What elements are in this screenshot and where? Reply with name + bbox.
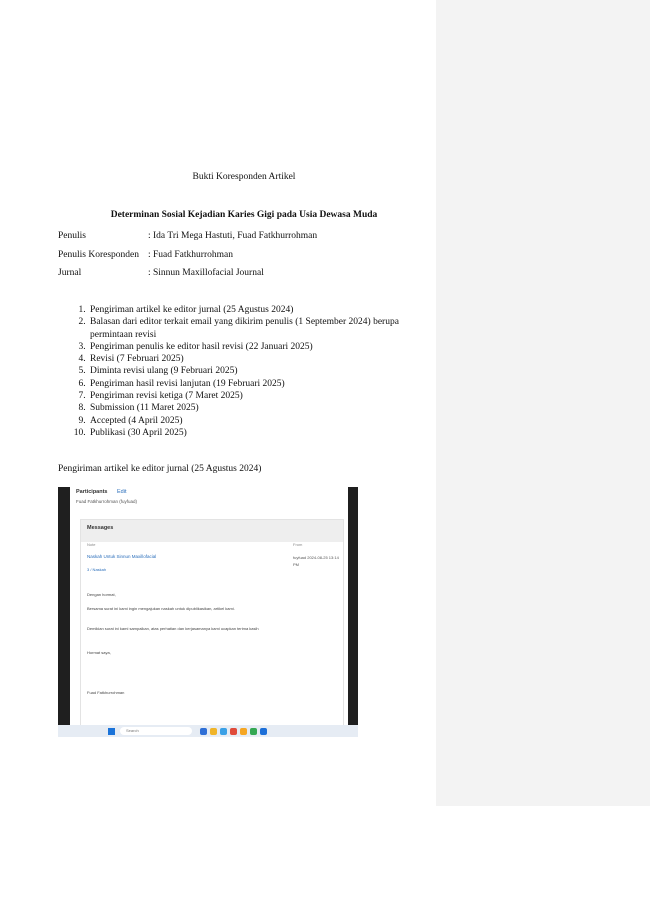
- message-subject-link[interactable]: Naskah Untuk Sinnun Maxillofacial: [87, 554, 156, 559]
- participants-label: Participants: [76, 489, 108, 495]
- folder-icon[interactable]: [210, 728, 217, 735]
- meta-label: Jurnal: [58, 268, 82, 278]
- document-heading: Bukti Koresponden Artikel: [192, 172, 296, 182]
- message-paragraph: Demikian surat ini kami sampaikan, atas …: [87, 626, 259, 631]
- attachment-link[interactable]: 3 / Naskah: [87, 567, 106, 572]
- list-item: Submission (11 Maret 2025): [88, 402, 418, 414]
- participant-name: Fuad Fatkhurrohman (fuyfuad): [76, 499, 138, 504]
- list-item: Revisi (7 Februari 2025): [88, 353, 418, 365]
- windows-start-icon[interactable]: [108, 728, 115, 735]
- message-signature: Fuad Fatkhurrohman: [87, 690, 125, 695]
- meta-row-journal: Jurnal : Sinnun Maxillofacial Journal: [58, 268, 264, 278]
- section-heading: Pengiriman artikel ke editor jurnal (25 …: [58, 464, 262, 474]
- column-note: Note: [87, 542, 96, 547]
- messages-title: Messages: [87, 525, 114, 531]
- taskbar: Search: [58, 725, 358, 737]
- list-item: Diminta revisi ulang (9 Februari 2025): [88, 365, 418, 377]
- meta-value: : Sinnun Maxillofacial Journal: [148, 268, 264, 278]
- meta-label: Penulis: [58, 231, 86, 241]
- list-item: Accepted (4 April 2025): [88, 415, 418, 427]
- list-item: Balasan dari editor terkait email yang d…: [88, 316, 418, 341]
- screenshot-right-bar: [348, 487, 358, 725]
- participants-heading: Participants Edit: [76, 489, 127, 495]
- message-closing: Hormat saya,: [87, 650, 111, 655]
- document-page: Bukti Koresponden Artikel Determinan Sos…: [0, 0, 436, 919]
- embedded-screenshot: Participants Edit Fuad Fatkhurrohman (fu…: [58, 487, 358, 737]
- taskbar-search-input[interactable]: Search: [120, 727, 192, 735]
- message-greeting: Dengan hormat,: [87, 592, 116, 597]
- meta-row-author: Penulis : Ida Tri Mega Hastuti, Fuad Fat…: [58, 231, 317, 241]
- meta-value: : Ida Tri Mega Hastuti, Fuad Fatkhurrohm…: [148, 231, 318, 241]
- message-from: fuyfuad 2024-08-25 13:14 PM: [293, 555, 339, 567]
- correspondence-steps: Pengiriman artikel ke editor jurnal (25 …: [58, 304, 418, 439]
- word-icon[interactable]: [260, 728, 267, 735]
- meta-value: : Fuad Fatkhurrohman: [148, 250, 233, 260]
- list-item: Publikasi (30 April 2025): [88, 427, 418, 439]
- comment-pane: [436, 0, 650, 806]
- list-item: Pengiriman revisi ketiga (7 Maret 2025): [88, 390, 418, 402]
- message-paragraph: Bersama surat ini kami ingin mengajukan …: [87, 606, 235, 611]
- meta-row-corresponding: Penulis Koresponden : Fuad Fatkhurrohman: [58, 250, 233, 260]
- app-icon[interactable]: [250, 728, 257, 735]
- messages-panel: Messages Note From Naskah Untuk Sinnun M…: [80, 519, 344, 727]
- column-from: From: [293, 542, 303, 547]
- article-title: Determinan Sosial Kejadian Karies Gigi p…: [110, 210, 378, 220]
- meta-label: Penulis Koresponden: [58, 250, 140, 260]
- screenshot-content: Participants Edit Fuad Fatkhurrohman (fu…: [70, 487, 348, 727]
- list-item: Pengiriman artikel ke editor jurnal (25 …: [88, 304, 418, 316]
- app-icon[interactable]: [200, 728, 207, 735]
- screenshot-left-bar: [58, 487, 70, 725]
- app-icon[interactable]: [240, 728, 247, 735]
- list-item: Pengiriman hasil revisi lanjutan (19 Feb…: [88, 378, 418, 390]
- list-item: Pengiriman penulis ke editor hasil revis…: [88, 341, 418, 353]
- messages-header: Messages: [81, 520, 343, 542]
- edit-link[interactable]: Edit: [117, 489, 126, 495]
- edge-icon[interactable]: [220, 728, 227, 735]
- app-icon[interactable]: [230, 728, 237, 735]
